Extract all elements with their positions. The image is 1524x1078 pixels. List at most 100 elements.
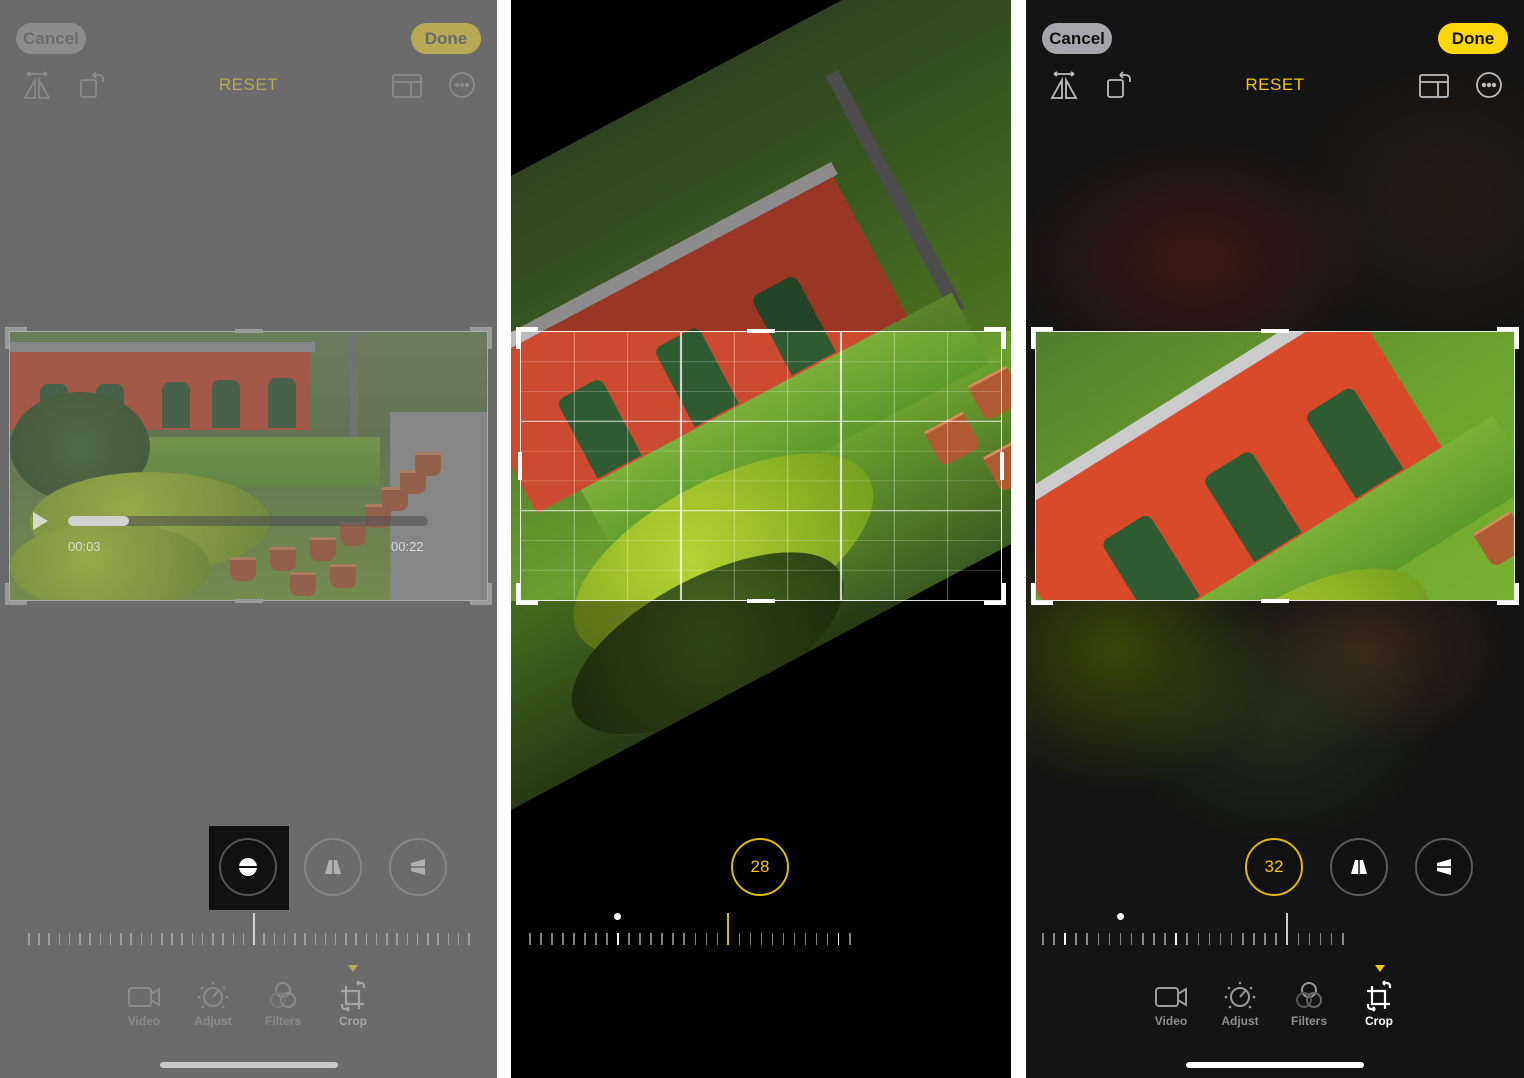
aspect-ratio-icon[interactable] (390, 68, 424, 102)
vertical-perspective-button[interactable] (304, 838, 362, 896)
ruler-tick (1319, 933, 1322, 945)
straighten-ruler[interactable] (1042, 913, 1344, 945)
ruler-tick (617, 933, 619, 945)
crop-handle-bottom-right[interactable] (984, 583, 1006, 605)
more-icon[interactable] (1472, 68, 1506, 102)
ruler-tick (304, 933, 306, 945)
reset-button[interactable]: RESET (209, 75, 289, 95)
straighten-ruler[interactable] (529, 913, 851, 945)
ruler-tick (58, 933, 61, 945)
ruler-tick (738, 933, 741, 945)
home-indicator (1186, 1062, 1364, 1068)
rotate-icon[interactable] (1103, 68, 1137, 102)
straighten-tool-button[interactable] (219, 838, 277, 896)
ruler-tick (1253, 933, 1255, 945)
ruler-tick (140, 933, 143, 945)
cancel-button[interactable]: Cancel (1042, 23, 1112, 54)
straighten-value-dial[interactable]: 32 (1245, 838, 1303, 896)
crop-grid (521, 332, 1001, 600)
ruler-tick (584, 933, 586, 945)
flip-horizontal-icon[interactable] (20, 68, 54, 102)
tab-video[interactable]: Video (1141, 980, 1201, 1028)
crop-frame[interactable] (5, 327, 492, 605)
aspect-ratio-icon[interactable] (1417, 68, 1451, 102)
tab-adjust[interactable]: Adjust (1210, 980, 1270, 1028)
crop-handle-top-left[interactable] (516, 327, 538, 349)
crop-handle-bottom-left[interactable] (1031, 583, 1053, 605)
tab-filters-label: Filters (264, 1014, 301, 1028)
crop-handle-right[interactable] (1000, 452, 1004, 480)
ruler-tick (109, 933, 112, 945)
ruler-tick (130, 933, 132, 945)
ruler-tick (427, 933, 429, 945)
screen-after: Cancel Done RESET 32 Video Adjust Filter… (1026, 0, 1524, 1078)
ruler-tick (1342, 933, 1344, 945)
ruler-tick (396, 933, 398, 945)
tab-adjust[interactable]: Adjust (183, 980, 243, 1028)
ruler-tick (386, 933, 388, 945)
ruler-tick (551, 933, 553, 945)
tab-crop[interactable]: Crop (323, 980, 383, 1028)
crop-handle-top-right[interactable] (984, 327, 1006, 349)
tab-video[interactable]: Video (114, 980, 174, 1028)
ruler-tick (120, 933, 122, 945)
screen-before: Cancel Done RESET 00:03 00:22 Video Adju… (0, 0, 497, 1078)
crop-handle-left[interactable] (518, 452, 522, 480)
ruler-tick (837, 933, 840, 945)
vertical-perspective-button[interactable] (1330, 838, 1388, 896)
crop-handle-bottom-right[interactable] (1497, 583, 1519, 605)
more-icon[interactable] (445, 68, 479, 102)
crop-handle-top-left[interactable] (1031, 327, 1053, 349)
crop-handle-bottom-left[interactable] (5, 583, 27, 605)
ruler-tick (782, 933, 785, 945)
ruler-tick (375, 933, 378, 945)
ruler-tick (334, 933, 337, 945)
tab-filters[interactable]: Filters (253, 980, 313, 1028)
crop-handle-bottom[interactable] (1261, 599, 1289, 603)
tab-video-label: Video (1154, 1014, 1188, 1028)
ruler-tick (705, 933, 708, 945)
video-camera-icon (1155, 987, 1187, 1007)
horizontal-perspective-button[interactable] (1415, 838, 1473, 896)
done-button[interactable]: Done (411, 23, 481, 54)
crop-handle-bottom[interactable] (747, 599, 775, 603)
crop-handle-top-right[interactable] (1497, 327, 1519, 349)
horizontal-perspective-icon (407, 859, 429, 875)
rotate-icon[interactable] (76, 68, 110, 102)
crop-handle-bottom[interactable] (234, 599, 263, 603)
crop-handle-top-right[interactable] (470, 327, 492, 349)
ruler-tick (793, 933, 796, 945)
horizontal-perspective-button[interactable] (389, 838, 447, 896)
crop-frame[interactable] (516, 327, 1006, 605)
crop-frame[interactable] (1031, 327, 1519, 605)
ruler-tick (826, 933, 829, 945)
crop-handle-top[interactable] (1261, 329, 1289, 333)
flip-horizontal-icon[interactable] (1047, 68, 1081, 102)
ruler-tick (1297, 933, 1300, 945)
ruler-tick (804, 933, 807, 945)
cancel-button[interactable]: Cancel (16, 23, 86, 54)
reset-button[interactable]: RESET (1235, 75, 1315, 95)
ruler-tick (89, 933, 91, 945)
ruler-tick (345, 933, 347, 945)
ruler-zero-dot (1116, 913, 1124, 920)
done-button[interactable]: Done (1438, 23, 1508, 54)
tab-video-label: Video (127, 1014, 161, 1028)
tab-crop[interactable]: Crop (1349, 980, 1409, 1028)
ruler-tick (760, 933, 763, 945)
crop-handle-top[interactable] (234, 329, 263, 333)
crop-handle-top[interactable] (747, 329, 775, 333)
home-indicator (160, 1062, 338, 1068)
ruler-tick (540, 933, 542, 945)
ruler-center-indicator (727, 913, 730, 945)
crop-handle-bottom-right[interactable] (470, 583, 492, 605)
straighten-value-dial[interactable]: 28 (731, 838, 789, 896)
ruler-tick (161, 933, 163, 945)
crop-handle-top-left[interactable] (5, 327, 27, 349)
straighten-ruler[interactable] (28, 913, 470, 945)
tab-filters[interactable]: Filters (1279, 980, 1339, 1028)
ruler-tick (771, 933, 774, 945)
ruler-tick (849, 933, 851, 945)
ruler-tick (171, 933, 173, 945)
crop-handle-bottom-left[interactable] (516, 583, 538, 605)
